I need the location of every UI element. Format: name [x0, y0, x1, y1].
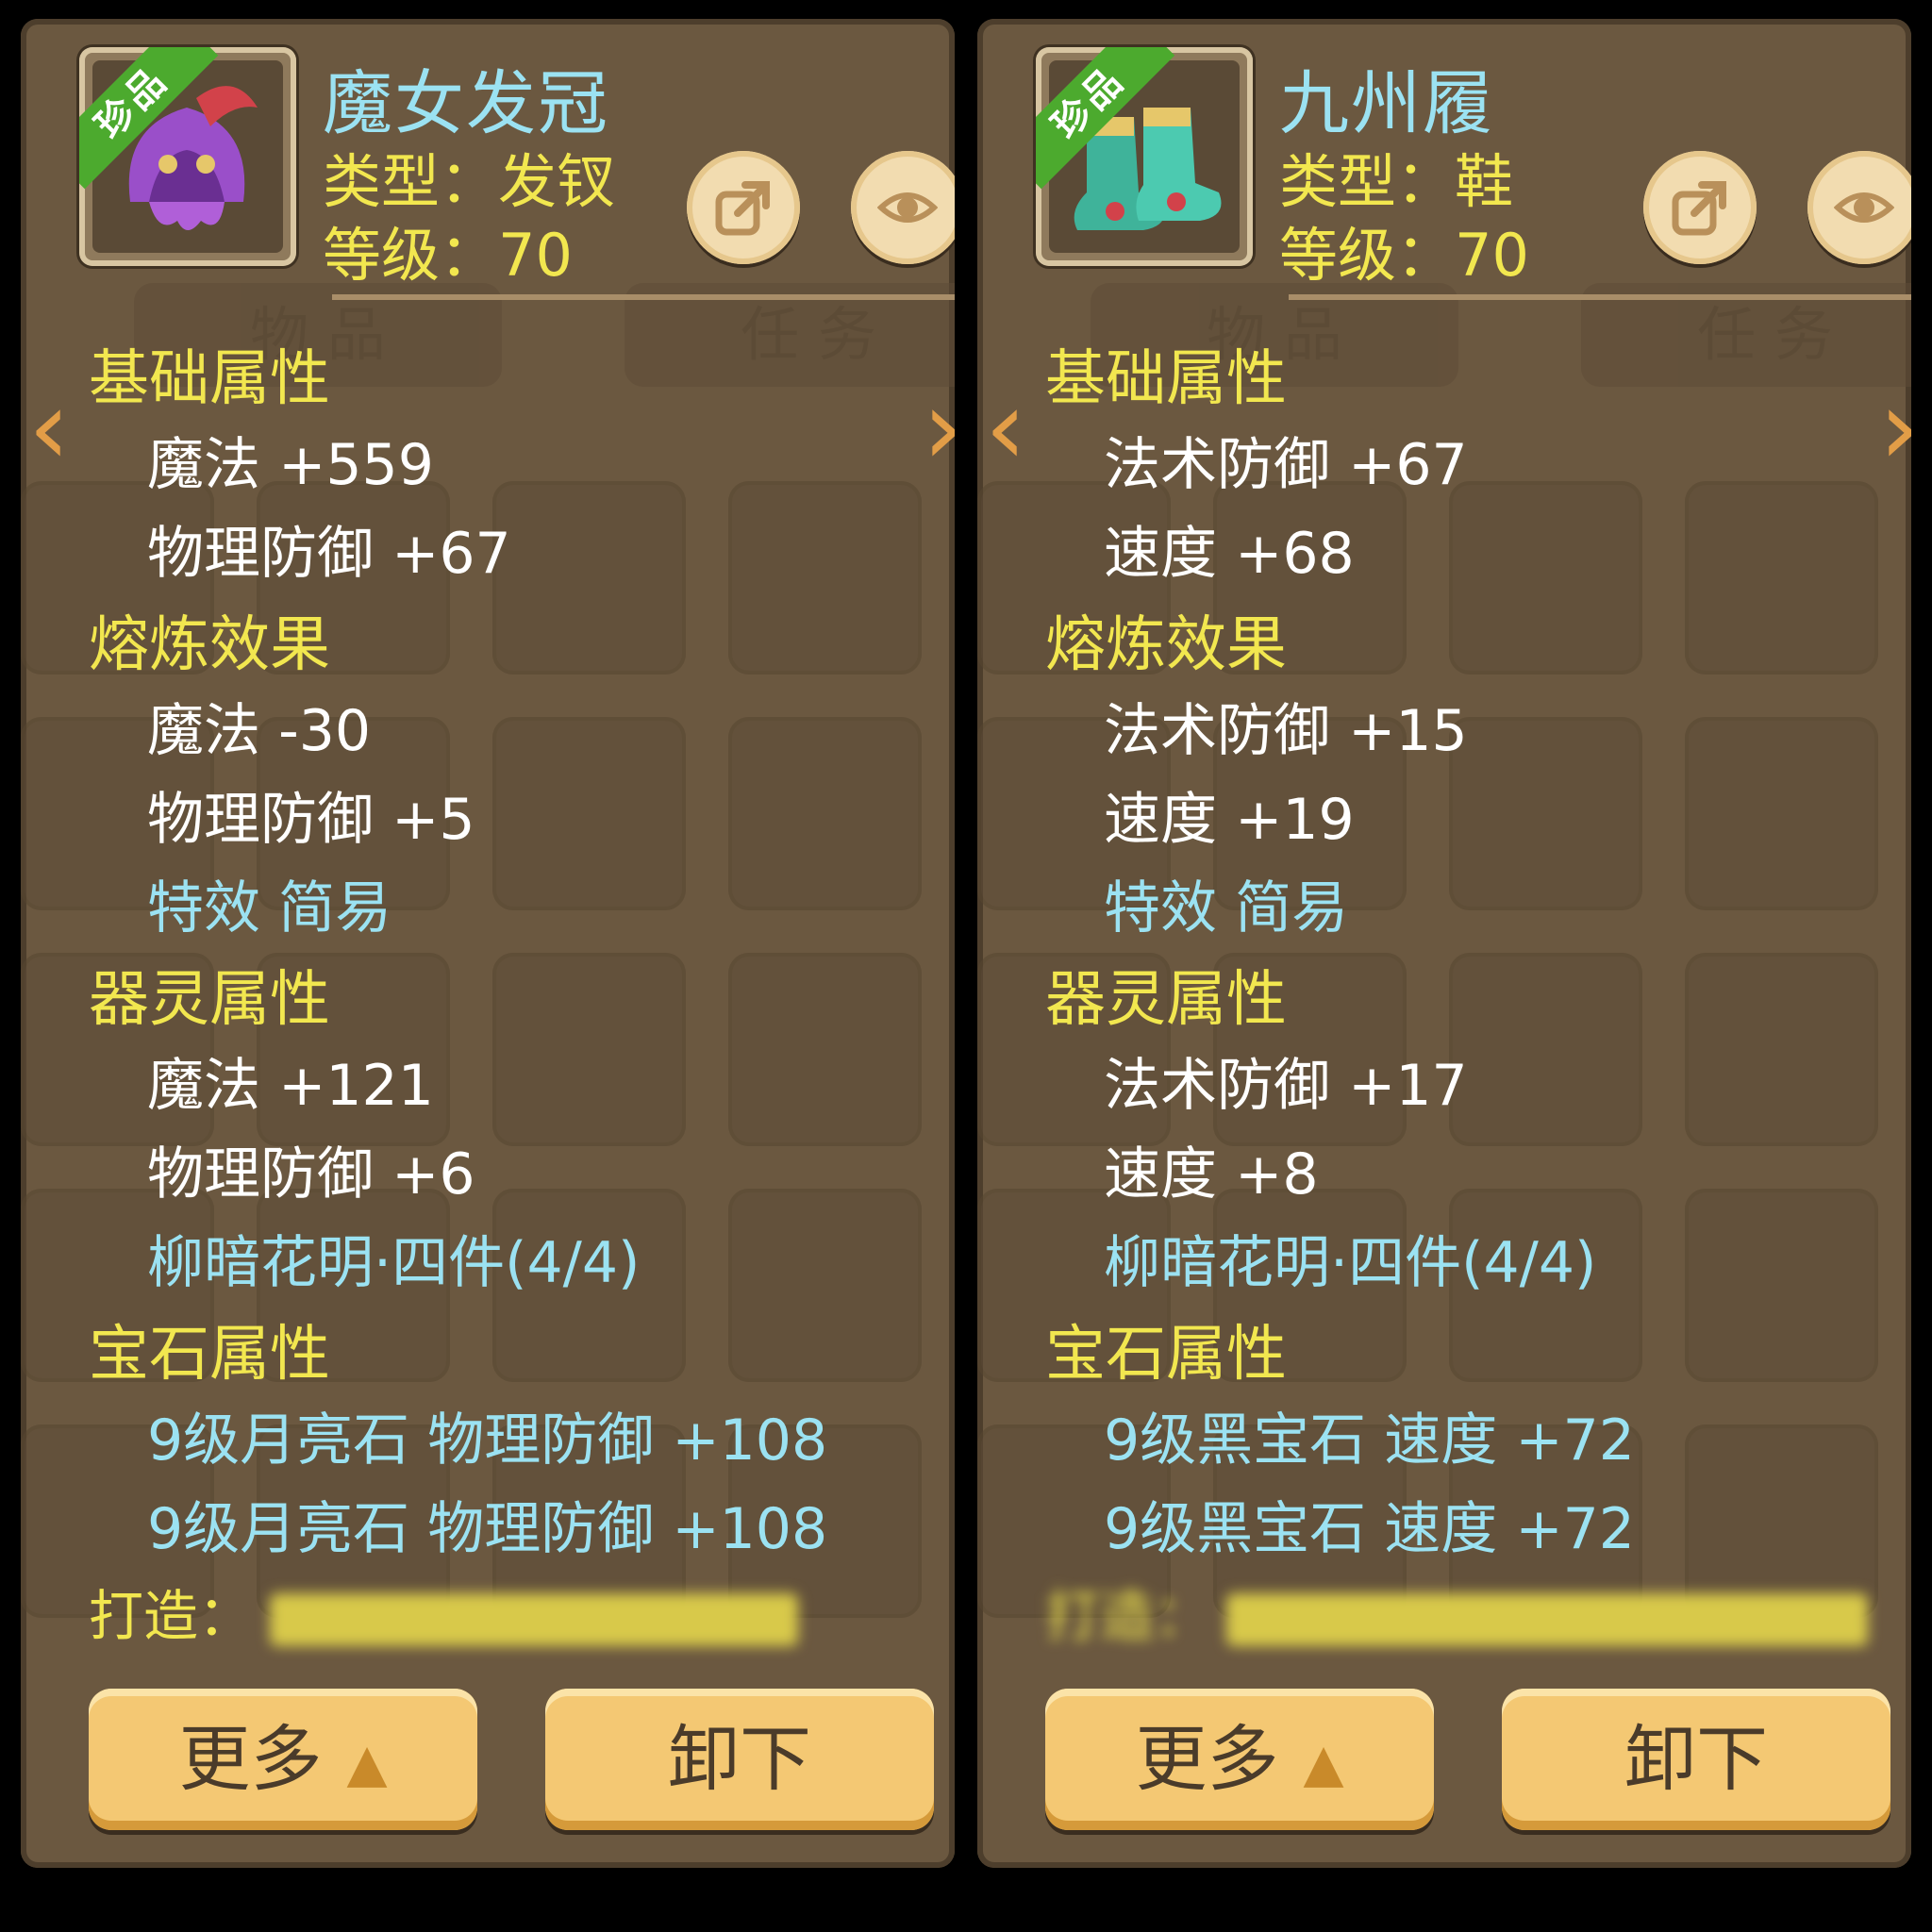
gem-line: 9级月亮石 物理防御 +108: [147, 1407, 828, 1474]
share-button[interactable]: [1643, 151, 1757, 264]
stat-line: 速度 +8: [1104, 1141, 1319, 1208]
header-divider: [332, 294, 955, 300]
gem-line: 9级月亮石 物理防御 +108: [147, 1496, 828, 1562]
section-smelt-title: 熔炼效果: [89, 610, 330, 680]
more-button[interactable]: 更多 ▲: [89, 1689, 477, 1830]
section-gem-title: 宝石属性: [89, 1320, 330, 1390]
section-spirit-title: 器灵属性: [89, 965, 330, 1035]
stat-line: 魔法 -30: [147, 698, 372, 764]
set-bonus: 柳暗花明·四件(4/4): [147, 1230, 641, 1296]
item-type: 类型：发钗: [323, 147, 616, 216]
share-icon: [1672, 181, 1726, 236]
preview-button[interactable]: [851, 151, 955, 264]
bg-cell: [492, 717, 686, 910]
more-label: 更多: [178, 1717, 323, 1801]
bg-cell: [1685, 717, 1878, 910]
share-icon: [715, 181, 770, 236]
eye-icon: [877, 192, 938, 223]
stat-line: 法术防御 +15: [1104, 698, 1468, 764]
chevron-right-icon[interactable]: ›: [1879, 375, 1911, 479]
item-name: 九州履: [1279, 63, 1494, 144]
stat-line: 法术防御 +67: [1104, 432, 1468, 498]
unequip-button[interactable]: 卸下: [545, 1689, 934, 1830]
bg-cell: [728, 953, 922, 1146]
chevron-left-icon[interactable]: ‹: [985, 375, 1026, 479]
bg-cell: [1449, 717, 1642, 910]
maker-name-redacted: [270, 1592, 799, 1646]
gem-line: 9级黑宝石 速度 +72: [1104, 1407, 1635, 1474]
chevron-right-icon[interactable]: ›: [923, 375, 955, 479]
item-type: 类型：鞋: [1279, 147, 1514, 216]
bg-cell: [492, 953, 686, 1146]
item-tooltip-left: 物 品 任 务 珍品 魔女发冠 类型：发钗 等级：70 ‹ 基础属性 魔法 +5…: [21, 19, 955, 1868]
item-level: 等级：70: [323, 221, 573, 290]
maker-name-redacted: [1226, 1592, 1869, 1646]
stat-line: 魔法 +121: [147, 1053, 434, 1119]
share-button[interactable]: [687, 151, 800, 264]
item-tooltip-right: 物 品 任 务 珍品 九州履 类型：鞋 等级：70 ‹ 基础属性 法术防御 +6…: [977, 19, 1911, 1868]
stat-line: 速度 +19: [1104, 787, 1355, 853]
section-spirit-title: 器灵属性: [1045, 965, 1287, 1035]
split-divider: [955, 1524, 977, 1637]
item-icon-frame[interactable]: 珍品: [1036, 47, 1253, 266]
header-divider: [1289, 294, 1911, 300]
chevron-left-icon[interactable]: ‹: [28, 375, 70, 479]
bg-cell: [492, 481, 686, 675]
bg-cell: [728, 1189, 922, 1382]
section-base-title: 基础属性: [89, 344, 330, 414]
bg-cell: [1685, 481, 1878, 675]
bg-cell: [728, 717, 922, 910]
caret-up-icon: ▲: [346, 1733, 388, 1794]
stat-line: 物理防御 +6: [147, 1141, 475, 1208]
item-name: 魔女发冠: [323, 63, 609, 144]
bg-cell: [728, 481, 922, 675]
item-level: 等级：70: [1279, 221, 1529, 290]
maker-prefix: 打造：: [1045, 1584, 1210, 1648]
stat-line: 法术防御 +17: [1104, 1053, 1468, 1119]
eye-icon: [1834, 192, 1894, 223]
set-bonus: 柳暗花明·四件(4/4): [1104, 1230, 1597, 1296]
special-effect: 特效 简易: [147, 875, 392, 941]
stat-line: 速度 +68: [1104, 521, 1355, 587]
stat-line: 魔法 +559: [147, 432, 434, 498]
gem-line: 9级黑宝石 速度 +72: [1104, 1496, 1635, 1562]
section-smelt-title: 熔炼效果: [1045, 610, 1287, 680]
caret-up-icon: ▲: [1303, 1733, 1344, 1794]
special-effect: 特效 简易: [1104, 875, 1349, 941]
maker-label: 打造：: [1045, 1572, 1869, 1651]
preview-button[interactable]: [1807, 151, 1911, 264]
bg-cell: [1685, 1189, 1878, 1382]
maker-prefix: 打造：: [89, 1584, 254, 1648]
item-icon-frame[interactable]: 珍品: [79, 47, 296, 266]
section-gem-title: 宝石属性: [1045, 1320, 1287, 1390]
stat-line: 物理防御 +67: [147, 521, 511, 587]
stat-line: 物理防御 +5: [147, 787, 475, 853]
maker-label: 打造：: [89, 1572, 799, 1651]
bg-cell: [1685, 953, 1878, 1146]
section-base-title: 基础属性: [1045, 344, 1287, 414]
more-label: 更多: [1135, 1717, 1279, 1801]
bg-cell: [1449, 953, 1642, 1146]
unequip-button[interactable]: 卸下: [1502, 1689, 1890, 1830]
more-button[interactable]: 更多 ▲: [1045, 1689, 1434, 1830]
bg-cell: [1449, 481, 1642, 675]
